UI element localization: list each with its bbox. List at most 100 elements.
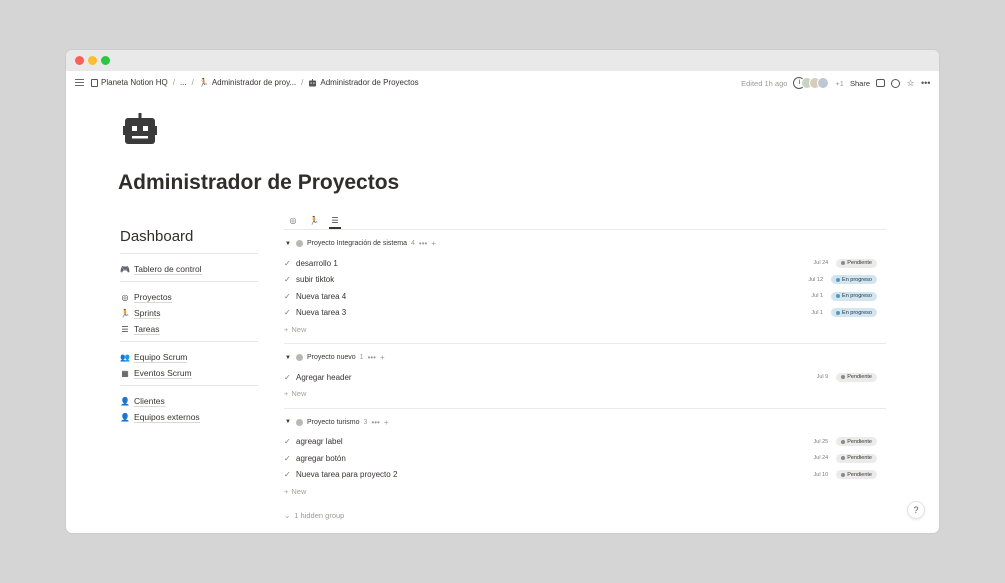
add-icon[interactable]: +	[380, 353, 385, 362]
more-options-icon[interactable]: •••	[368, 353, 376, 362]
nav-item-proyectos[interactable]: ◎ Proyectos	[120, 289, 258, 305]
dashboard-panel: Dashboard 🎮 Tablero de control ◎ Proyect…	[120, 228, 258, 436]
table-row[interactable]: ✓ Agregar header Jul 9 Pendiente	[284, 369, 886, 386]
status-label: Pendiente	[847, 260, 872, 267]
task-date: Jul 1	[811, 293, 824, 300]
check-icon: ✓	[284, 470, 291, 480]
caret-down-icon[interactable]: ▼	[284, 355, 292, 361]
nav-item-equipo-scrum[interactable]: 👥 Equipo Scrum	[120, 349, 258, 365]
group-header[interactable]: ▼ Proyecto Integración de sistema 4 ••• …	[284, 235, 886, 252]
table-row[interactable]: ✓ Nueva tarea 4 Jul 1 En progreso	[284, 288, 886, 305]
maximize-window-button[interactable]	[101, 56, 110, 65]
runner-icon: 🏃	[309, 216, 319, 225]
task-title: Agregar header	[296, 372, 352, 382]
group-name: Proyecto turismo	[307, 418, 360, 426]
nav-group: 🎮 Tablero de control	[120, 261, 258, 282]
breadcrumb-current[interactable]: Administrador de Proyectos	[308, 78, 419, 87]
robot-icon[interactable]	[123, 112, 157, 146]
target-icon: ◎	[289, 216, 297, 225]
breadcrumb: Planeta Notion HQ / ... / 🏃 Administrado…	[91, 78, 419, 87]
nav-item-label: Proyectos	[134, 291, 172, 303]
group-status-dot	[296, 418, 303, 426]
chevron-down-icon: ⌄	[284, 511, 291, 520]
runner-icon: 🏃	[120, 308, 130, 318]
new-task-button[interactable]: + New	[284, 386, 886, 402]
task-date: Jul 24	[813, 260, 829, 267]
table-row[interactable]: ✓ agregar botón Jul 24 Pendiente	[284, 450, 886, 467]
nav-item-sprints[interactable]: 🏃 Sprints	[120, 305, 258, 321]
table-row[interactable]: ✓ desarrollo 1 Jul 24 Pendiente	[284, 255, 886, 272]
nav-item-clientes[interactable]: 👤 Clientes	[120, 393, 258, 409]
checklist-icon: ☰	[331, 215, 339, 225]
check-icon: ✓	[284, 275, 291, 285]
group-header[interactable]: ▼ Proyecto turismo 3 ••• +	[284, 414, 886, 431]
group-count: 4	[411, 240, 415, 247]
collaborator-avatars[interactable]: I	[793, 77, 830, 89]
task-title: Nueva tarea para proyecto 2	[296, 470, 398, 480]
more-options-icon[interactable]: •••	[921, 78, 930, 88]
check-icon: ✓	[284, 291, 291, 301]
status-dot	[841, 439, 846, 444]
group-header[interactable]: ▼ Proyecto nuevo 1 ••• +	[284, 349, 886, 366]
nav-item-tablero[interactable]: 🎮 Tablero de control	[120, 261, 258, 277]
close-window-button[interactable]	[75, 56, 84, 65]
minimize-window-button[interactable]	[88, 56, 97, 65]
task-date: Jul 9	[816, 374, 829, 381]
new-task-button[interactable]: + New	[284, 321, 886, 337]
top-right-tools: Edited 1h ago I +1 Share ☆ •••	[741, 77, 930, 89]
table-row[interactable]: ✓ agreagr label Jul 25 Pendiente	[284, 434, 886, 451]
status-dot	[841, 261, 846, 266]
team-icon: 👥	[120, 352, 130, 362]
help-button[interactable]: ?	[907, 501, 925, 519]
table-row[interactable]: ✓ subir tiktok Jul 12 En progreso	[284, 272, 886, 289]
menu-icon[interactable]	[75, 79, 84, 86]
task-group: ▼ Proyecto nuevo 1 ••• + ✓ Agregar heade…	[284, 349, 886, 409]
runner-icon: 🏃	[198, 78, 209, 87]
task-title: subir tiktok	[296, 275, 335, 285]
status-badge: En progreso	[831, 291, 877, 301]
star-icon[interactable]: ☆	[906, 78, 915, 88]
share-button[interactable]: Share	[850, 79, 870, 88]
task-title: agregar botón	[296, 453, 346, 463]
breadcrumb-ellipsis[interactable]: ...	[180, 78, 187, 87]
comments-icon[interactable]	[876, 79, 885, 87]
breadcrumb-workspace[interactable]: Planeta Notion HQ	[91, 78, 168, 87]
title-bar	[66, 50, 939, 71]
group-count: 1	[359, 354, 364, 361]
nav-item-label: Eventos Scrum	[134, 367, 192, 379]
more-options-icon[interactable]: •••	[371, 418, 379, 427]
nav-item-equipos-externos[interactable]: 👤 Equipos externos	[120, 409, 258, 425]
hidden-group-toggle[interactable]: ⌄ 1 hidden group	[284, 511, 886, 520]
caret-down-icon[interactable]: ▼	[284, 419, 292, 425]
status-dot	[836, 277, 841, 282]
task-date: Jul 25	[813, 438, 829, 445]
tab-tareas-view[interactable]: ☰	[329, 213, 341, 229]
status-badge: Pendiente	[836, 470, 877, 480]
new-label: New	[291, 486, 307, 496]
history-icon[interactable]	[891, 78, 900, 88]
page-title: Administrador de Proyectos	[118, 171, 400, 194]
table-row[interactable]: ✓ Nueva tarea para proyecto 2 Jul 10 Pen…	[284, 467, 886, 484]
add-icon[interactable]: +	[431, 239, 436, 248]
more-options-icon[interactable]: •••	[419, 239, 427, 248]
nav-item-tareas[interactable]: ☰ Tareas	[120, 321, 258, 337]
task-date: Jul 10	[813, 471, 829, 478]
nav-item-eventos-scrum[interactable]: ▦ Eventos Scrum	[120, 365, 258, 381]
add-icon: +	[284, 486, 289, 496]
add-icon[interactable]: +	[384, 418, 389, 427]
group-count: 3	[363, 418, 368, 426]
task-title: desarrollo 1	[296, 258, 338, 268]
new-task-button[interactable]: + New	[284, 483, 886, 499]
breadcrumb-parent[interactable]: 🏃 Administrador de proy...	[199, 78, 296, 87]
tasks-board: ◎ 🏃 ☰ ▼ Proyecto Integración de sistema …	[284, 212, 886, 520]
table-row[interactable]: ✓ Nueva tarea 3 Jul 1 En progreso	[284, 305, 886, 322]
tab-proyectos-view[interactable]: ◎	[287, 213, 299, 229]
status-label: En progreso	[842, 309, 872, 316]
tab-sprints-view[interactable]: 🏃	[308, 213, 320, 229]
group-name: Proyecto Integración de sistema	[307, 240, 407, 247]
caret-down-icon[interactable]: ▼	[284, 241, 292, 247]
task-group: ▼ Proyecto Integración de sistema 4 ••• …	[284, 235, 886, 344]
status-badge: Pendiente	[836, 437, 877, 447]
nav-group: 👥 Equipo Scrum ▦ Eventos Scrum	[120, 349, 258, 386]
check-icon: ✓	[284, 453, 291, 463]
